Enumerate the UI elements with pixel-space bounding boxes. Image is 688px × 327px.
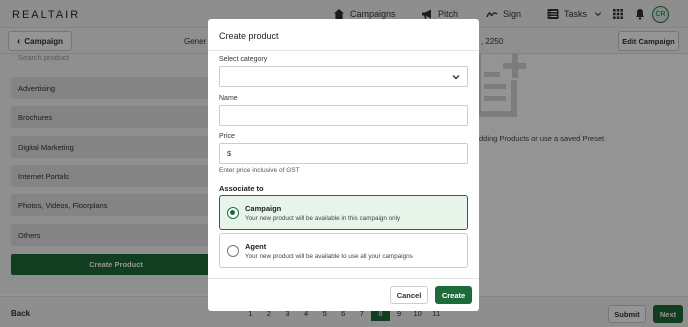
create-button[interactable]: Create: [435, 286, 472, 304]
price-currency-prefix: $: [227, 149, 232, 158]
agent-option-title: Agent: [245, 242, 267, 251]
name-input[interactable]: [219, 105, 468, 126]
agent-radio[interactable]: [227, 245, 239, 257]
price-helper-text: Enter price inclusive of GST: [219, 167, 300, 174]
modal-header-divider: [208, 50, 479, 51]
agent-option-description: Your new product will be available to us…: [245, 253, 413, 260]
associate-agent-option[interactable]: Agent Your new product will be available…: [219, 233, 468, 268]
select-category-label: Select category: [219, 56, 268, 63]
campaign-radio[interactable]: [227, 207, 239, 219]
price-input[interactable]: $: [219, 143, 468, 164]
associate-campaign-option[interactable]: Campaign Your new product will be availa…: [219, 195, 468, 230]
price-label: Price: [219, 133, 235, 140]
modal-title: Create product: [219, 31, 279, 41]
cancel-button[interactable]: Cancel: [390, 286, 428, 304]
modal-footer-divider: [208, 278, 479, 279]
campaign-option-title: Campaign: [245, 204, 282, 213]
chevron-down-icon: [452, 75, 460, 80]
name-label: Name: [219, 95, 238, 102]
campaign-option-description: Your new product will be available in th…: [245, 215, 401, 222]
associate-to-label: Associate to: [219, 184, 264, 193]
category-select[interactable]: [219, 66, 468, 87]
create-product-modal: Create product Select category Name Pric…: [208, 19, 479, 311]
